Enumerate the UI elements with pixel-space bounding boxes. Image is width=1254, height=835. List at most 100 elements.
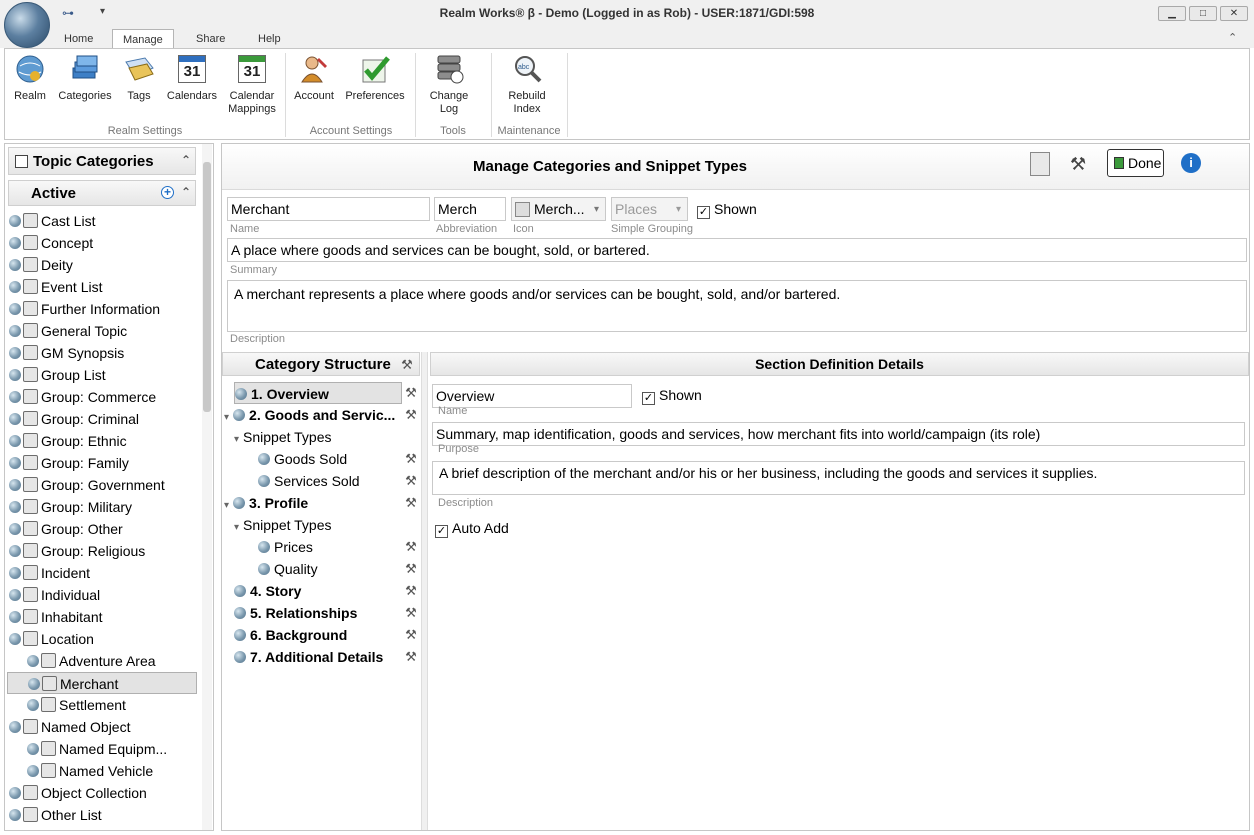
category-item[interactable]: Concept (9, 232, 93, 254)
item-tools-icon[interactable]: ⚒ (403, 385, 419, 401)
snippet-types-group[interactable]: ▾ Snippet Types (234, 514, 332, 536)
calendars-button[interactable]: 31 Calendars (165, 53, 219, 103)
tab-manage[interactable]: Manage (112, 29, 174, 49)
expand-arrow-icon[interactable]: ▾ (234, 434, 239, 445)
splitter[interactable] (421, 352, 428, 830)
expand-arrow-icon[interactable]: ▾ (234, 522, 239, 533)
snippet-type-item[interactable]: Services Sold (258, 470, 360, 492)
item-tools-icon[interactable]: ⚒ (403, 473, 419, 489)
structure-section-item[interactable]: ▾ 2. Goods and Servic... (224, 404, 395, 426)
category-item[interactable]: Other List (9, 804, 102, 826)
done-button[interactable]: Done (1107, 149, 1164, 177)
snippet-type-item[interactable]: Prices (258, 536, 313, 558)
category-item[interactable]: Deity (9, 254, 73, 276)
item-tools-icon[interactable]: ⚒ (403, 583, 419, 599)
structure-section-item[interactable]: 4. Story (234, 580, 301, 602)
left-scrollbar[interactable] (202, 144, 212, 830)
abbreviation-field[interactable]: Merch (434, 197, 506, 221)
structure-section-item[interactable]: 1. Overview (234, 382, 402, 404)
topic-categories-header[interactable]: Topic Categories ⌃ (8, 147, 196, 175)
snippet-types-group[interactable]: ▾ Snippet Types (234, 426, 332, 448)
item-tools-icon[interactable]: ⚒ (403, 561, 419, 577)
category-item[interactable]: General Topic (9, 320, 127, 342)
item-tools-icon[interactable]: ⚒ (403, 451, 419, 467)
item-tools-icon[interactable]: ⚒ (403, 495, 419, 511)
shown-checkbox[interactable]: ✓ Shown (697, 201, 757, 219)
app-menu-orb[interactable] (4, 2, 50, 48)
description-field[interactable]: A merchant represents a place where good… (227, 280, 1247, 332)
section-shown-check-icon[interactable]: ✓ (642, 392, 655, 405)
item-tools-icon[interactable]: ⚒ (403, 627, 419, 643)
close-button[interactable]: ✕ (1220, 6, 1248, 21)
category-name-field[interactable]: Merchant (227, 197, 430, 221)
category-item[interactable]: Group: Military (9, 496, 132, 518)
category-item[interactable]: Merchant (7, 672, 197, 694)
item-tools-icon[interactable]: ⚒ (403, 649, 419, 665)
category-item[interactable]: Event List (9, 276, 102, 298)
category-item[interactable]: Adventure Area (27, 650, 156, 672)
maximize-button[interactable]: □ (1189, 6, 1217, 21)
item-tools-icon[interactable]: ⚒ (403, 539, 419, 555)
shown-check-icon[interactable]: ✓ (697, 206, 710, 219)
category-item[interactable]: Group: Ethnic (9, 430, 127, 452)
category-item[interactable]: Individual (9, 584, 100, 606)
collapse-icon[interactable]: ⌃ (181, 153, 191, 167)
category-item[interactable]: Named Equipm... (27, 738, 167, 760)
snippet-type-item[interactable]: Quality (258, 558, 318, 580)
add-category-icon[interactable]: + (161, 186, 174, 199)
summary-field[interactable]: A place where goods and services can be … (227, 238, 1247, 262)
tags-button[interactable]: Tags (119, 53, 159, 103)
tab-help[interactable]: Help (248, 29, 291, 49)
info-icon[interactable]: i (1181, 153, 1201, 173)
section-description-field[interactable]: A brief description of the merchant and/… (432, 461, 1245, 495)
save-icon[interactable] (1030, 152, 1050, 176)
category-item[interactable]: Named Object (9, 716, 130, 738)
category-item[interactable]: Object Collection (9, 782, 147, 804)
auto-add-checkbox[interactable]: ✓ Auto Add (435, 520, 509, 538)
rebuild-index-button[interactable]: abc Rebuild Index (503, 53, 551, 116)
categories-button[interactable]: Categories (55, 53, 115, 103)
expand-arrow-icon[interactable]: ▾ (224, 412, 229, 423)
settings-tools-icon[interactable]: ⚒ (1070, 154, 1086, 175)
section-shown-checkbox[interactable]: ✓ Shown (642, 387, 702, 405)
icon-dropdown[interactable]: Merch... ▾ (511, 197, 606, 221)
simple-grouping-dropdown[interactable]: Places ▾ (611, 197, 688, 221)
calendar-mappings-button[interactable]: 31 Calendar Mappings (225, 53, 279, 116)
structure-section-item[interactable]: 5. Relationships (234, 602, 357, 624)
section-purpose-field[interactable]: Summary, map identification, goods and s… (432, 422, 1245, 446)
category-item[interactable]: GM Synopsis (9, 342, 124, 364)
collapse-icon[interactable]: ⌃ (181, 185, 191, 199)
item-tools-icon[interactable]: ⚒ (403, 605, 419, 621)
structure-section-item[interactable]: 7. Additional Details (234, 646, 383, 668)
category-item[interactable]: Group: Criminal (9, 408, 139, 430)
expand-arrow-icon[interactable]: ▾ (224, 500, 229, 511)
category-item[interactable]: Group: Religious (9, 540, 145, 562)
category-item[interactable]: Inhabitant (9, 606, 103, 628)
category-item[interactable]: Cast List (9, 210, 95, 232)
minimize-button[interactable]: ▁ (1158, 6, 1186, 21)
ribbon-collapse-icon[interactable]: ⌃ (1228, 31, 1237, 44)
account-button[interactable]: Account (291, 53, 337, 103)
auto-add-check-icon[interactable]: ✓ (435, 525, 448, 538)
change-log-button[interactable]: Change Log (425, 53, 473, 116)
category-item[interactable]: Group: Government (9, 474, 165, 496)
category-item[interactable]: Further Information (9, 298, 160, 320)
active-section-header[interactable]: Active + ⌃ (8, 180, 196, 206)
category-item[interactable]: Group: Family (9, 452, 129, 474)
tab-home[interactable]: Home (54, 29, 103, 49)
category-item[interactable]: Group: Other (9, 518, 123, 540)
category-item[interactable]: Named Vehicle (27, 760, 153, 782)
category-item[interactable]: Settlement (27, 694, 126, 716)
snippet-type-item[interactable]: Goods Sold (258, 448, 347, 470)
preferences-button[interactable]: Preferences (343, 53, 407, 103)
category-item[interactable]: Group List (9, 364, 106, 386)
structure-section-item[interactable]: ▾ 3. Profile (224, 492, 308, 514)
tab-share[interactable]: Share (186, 29, 235, 49)
structure-tools-icon[interactable]: ⚒ (399, 357, 415, 373)
category-item[interactable]: Location (9, 628, 94, 650)
item-tools-icon[interactable]: ⚒ (403, 407, 419, 423)
realm-button[interactable]: Realm (7, 53, 53, 103)
structure-section-item[interactable]: 6. Background (234, 624, 347, 646)
left-scrollbar-thumb[interactable] (203, 162, 211, 412)
category-item[interactable]: Incident (9, 562, 90, 584)
